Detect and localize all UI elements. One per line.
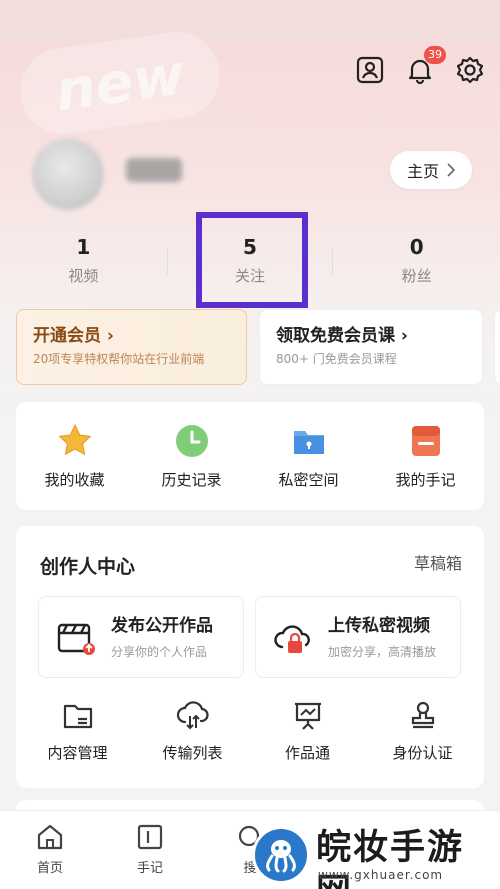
- home-icon: [37, 824, 63, 850]
- publish-title: 发布公开作品: [111, 616, 213, 636]
- upload-subtitle: 加密分享，高清播放: [328, 645, 437, 659]
- publish-public-work-button[interactable]: 发布公开作品 分享你的个人作品: [38, 596, 244, 678]
- tool-label: 传输列表: [162, 744, 223, 762]
- tool-label: 内容管理: [47, 744, 108, 762]
- quick-label: 历史记录: [161, 471, 222, 489]
- publish-subtitle: 分享你的个人作品: [111, 645, 208, 659]
- highlight-annotation-box: [196, 212, 308, 308]
- stat-value: 1: [76, 235, 91, 259]
- notification-bell-icon[interactable]: 39: [404, 46, 446, 86]
- folder-manage-icon: [63, 704, 92, 729]
- promo-title: 领取免费会员课 ›: [276, 326, 408, 346]
- username-blurred: [126, 158, 182, 182]
- note-icon: [137, 824, 163, 850]
- creator-center-title: 创作人中心: [40, 556, 136, 578]
- watermark-url: www.gxhuaer.com: [318, 868, 444, 882]
- stat-followers[interactable]: 0 粉丝: [333, 232, 500, 298]
- creator-center-card: 创作人中心 草稿箱 发布公开作品 分享你的个人作品 上传私密视频 加密分享，高清…: [16, 526, 484, 788]
- quick-label: 私密空间: [278, 471, 339, 489]
- lock-folder-icon: [293, 431, 324, 454]
- clock-icon: [175, 425, 208, 457]
- avatar[interactable]: [32, 138, 104, 210]
- next-promo-card[interactable]: [494, 309, 500, 385]
- stat-value: 0: [409, 235, 424, 259]
- promo-row: 开通会员 › 20项专享特权帮你站在行业前端 领取免费会员课 › 800+ 门免…: [16, 309, 500, 385]
- tool-transfer-list[interactable]: 传输列表: [135, 700, 250, 763]
- profile-card-icon[interactable]: [354, 54, 386, 86]
- home-button-label: 主页: [406, 162, 439, 181]
- nav-label: 首页: [36, 861, 63, 876]
- quick-label: 我的手记: [395, 471, 456, 489]
- promo-title: 开通会员 ›: [33, 326, 114, 346]
- watermark-logo: [252, 826, 310, 884]
- clapperboard-upload-icon: [57, 623, 95, 655]
- notebook-icon: [411, 426, 440, 456]
- promo-subtitle: 20项专享特权帮你站在行业前端: [33, 352, 205, 366]
- quick-history[interactable]: 历史记录: [133, 422, 250, 490]
- tool-identity-verification[interactable]: 身份认证: [365, 700, 480, 763]
- tool-label: 身份认证: [392, 744, 453, 762]
- stat-label: 粉丝: [401, 267, 432, 285]
- nav-notes[interactable]: 手记: [100, 811, 200, 889]
- top-toolbar: 39: [354, 46, 486, 86]
- quick-private-space[interactable]: 私密空间: [250, 422, 367, 490]
- free-course-promo-card[interactable]: 领取免费会员课 › 800+ 门免费会员课程: [259, 309, 483, 385]
- drafts-link[interactable]: 草稿箱: [414, 550, 462, 574]
- nav-home[interactable]: 首页: [0, 811, 100, 889]
- status-bar: [0, 0, 500, 40]
- tool-works-pass[interactable]: 作品通: [250, 700, 365, 763]
- promo-subtitle: 800+ 门免费会员课程: [276, 352, 397, 366]
- stat-label: 视频: [68, 267, 99, 285]
- quick-label: 我的收藏: [44, 471, 105, 489]
- upload-title: 上传私密视频: [328, 616, 430, 636]
- home-page-button[interactable]: 主页: [390, 151, 472, 189]
- star-icon: [57, 423, 92, 456]
- stat-videos[interactable]: 1 视频: [0, 232, 167, 298]
- octopus-logo-icon: [266, 840, 296, 873]
- quick-notebook[interactable]: 我的手记: [367, 422, 484, 490]
- cloud-transfer-icon: [176, 701, 209, 730]
- quick-favorites[interactable]: 我的收藏: [16, 422, 133, 490]
- upload-private-video-button[interactable]: 上传私密视频 加密分享，高清播放: [255, 596, 461, 678]
- stat-divider: [166, 248, 168, 274]
- settings-gear-icon[interactable]: [454, 54, 486, 86]
- vip-promo-card[interactable]: 开通会员 › 20项专享特权帮你站在行业前端: [16, 309, 247, 385]
- creator-tools-row: 内容管理 传输列表 作品通 身份认证: [16, 700, 484, 763]
- cloud-lock-icon: [274, 625, 310, 653]
- nav-label: 手记: [136, 861, 163, 876]
- tool-label: 作品通: [284, 744, 330, 762]
- stamp-icon: [411, 701, 434, 729]
- quick-actions-card: 我的收藏 历史记录 私密空间 我的手记: [16, 402, 484, 510]
- presentation-icon: [294, 702, 321, 730]
- chevron-right-icon: [447, 163, 455, 177]
- notification-badge: 39: [424, 46, 446, 64]
- tool-content-management[interactable]: 内容管理: [20, 700, 135, 763]
